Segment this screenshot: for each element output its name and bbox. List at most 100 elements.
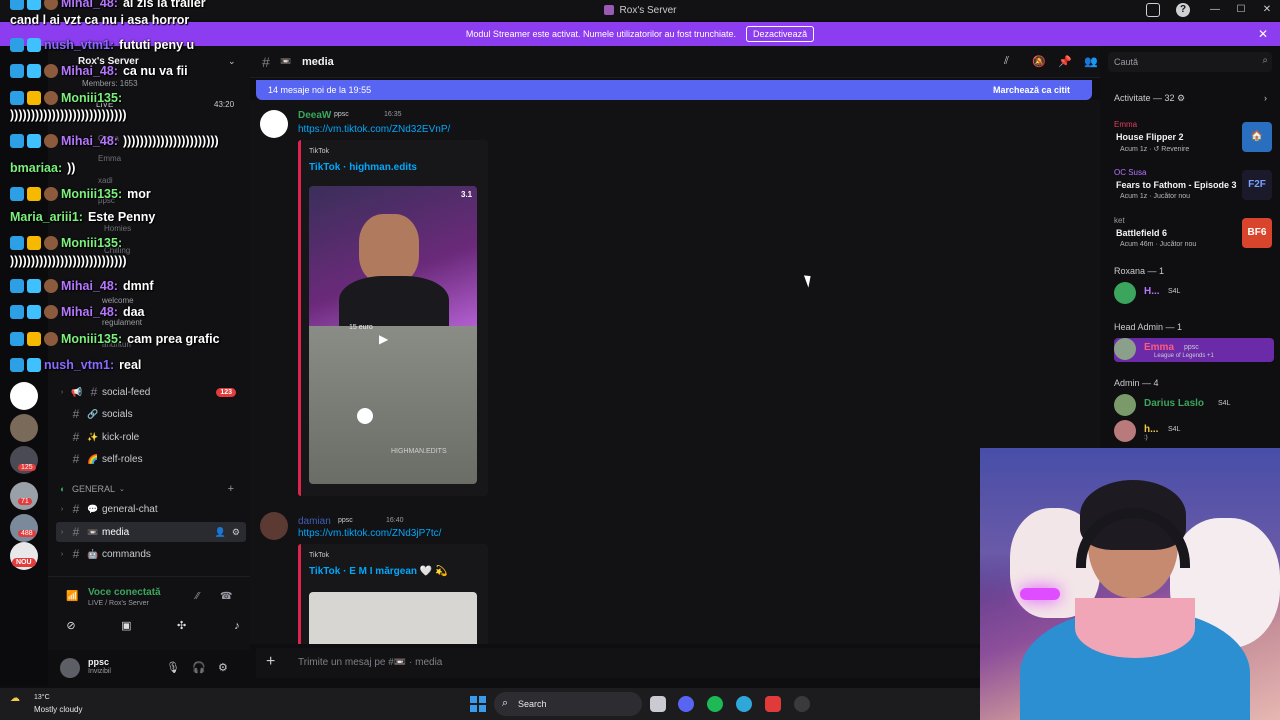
activity-card[interactable]: ket Battlefield 6 Acum 46m · Jucător nou… bbox=[1114, 216, 1274, 256]
activity-user: ket bbox=[1114, 216, 1125, 225]
guild-tag: ppsc bbox=[334, 111, 349, 118]
channel-header: # 📼 media ⫽ 🔕 📌 👥 bbox=[250, 46, 1100, 78]
server-icon[interactable] bbox=[10, 514, 38, 542]
member-item[interactable]: H... S4L bbox=[1114, 282, 1274, 306]
search-input[interactable]: Caută ⌕ bbox=[1108, 52, 1272, 72]
weather-temp[interactable]: 13°C bbox=[34, 694, 50, 701]
server-icon-cat[interactable] bbox=[10, 414, 38, 442]
new-messages-text: 14 mesaje noi de la 19:55 bbox=[268, 85, 372, 95]
signal-icon[interactable]: 📶 bbox=[66, 591, 78, 602]
robot-icon: 🤖 bbox=[87, 548, 99, 559]
app-icon[interactable] bbox=[765, 696, 781, 712]
hash-icon: # bbox=[72, 430, 80, 444]
noise-suppression-icon[interactable]: ⁄⁄ bbox=[196, 591, 199, 602]
voice-channel[interactable]: LIVE / Rox's Server bbox=[88, 600, 149, 607]
taskbar-search[interactable]: ⌕ Search bbox=[494, 692, 642, 716]
member-name: h... bbox=[1144, 424, 1159, 435]
activities-icon[interactable]: ✣ bbox=[175, 619, 189, 633]
message-author[interactable]: DeeaW bbox=[298, 110, 331, 121]
taskbar-search-label: Search bbox=[518, 699, 547, 709]
chevron-right-icon[interactable]: › bbox=[1264, 93, 1267, 103]
category-general[interactable]: ◐ GENERAL ⌄ + bbox=[60, 483, 246, 495]
file-explorer-icon[interactable] bbox=[650, 696, 666, 712]
camera-off-icon[interactable]: ⊘ bbox=[64, 619, 78, 633]
inbox-icon[interactable] bbox=[1146, 3, 1160, 17]
member-name: H... bbox=[1144, 286, 1160, 297]
video-thumbnail[interactable]: 3.1 15 euro ▶ HIGHMAN.EDITS bbox=[309, 186, 477, 484]
close-icon[interactable]: ✕ bbox=[1258, 27, 1268, 41]
server-icon[interactable] bbox=[10, 482, 38, 510]
avatar[interactable] bbox=[60, 658, 80, 678]
message-list: DeeaW ppsc 16:35 https://vm.tiktok.com/Z… bbox=[250, 100, 1100, 644]
add-attachment-icon[interactable]: + bbox=[266, 653, 275, 671]
pin-icon[interactable]: 📌 bbox=[1058, 55, 1072, 68]
username[interactable]: ppsc bbox=[88, 657, 109, 667]
message-input-placeholder[interactable]: Trimite un mesaj pe #📼 · media bbox=[298, 657, 442, 668]
microphone-icon[interactable]: 🎙 bbox=[166, 661, 180, 674]
activity-user: OC Susa bbox=[1114, 168, 1147, 177]
chevron-down-icon[interactable]: ⌄ bbox=[228, 56, 236, 67]
channel-kick-role[interactable]: # ✨ kick-role bbox=[56, 427, 246, 447]
embed-title[interactable]: TikTok · highman.edits bbox=[309, 162, 417, 173]
channel-media[interactable]: › # 📼 media 👤 ⚙ bbox=[56, 522, 246, 542]
weather-condition[interactable]: Mostly cloudy bbox=[34, 705, 82, 714]
server-name[interactable]: Rox's Server bbox=[78, 56, 139, 67]
activity-header[interactable]: Activitate — 32 ⚙ › bbox=[1114, 93, 1267, 104]
search-icon[interactable]: ⌕ bbox=[1262, 55, 1268, 66]
member-item[interactable]: Darius Laslo S4L bbox=[1114, 394, 1274, 418]
gear-icon[interactable]: ⚙ bbox=[1177, 93, 1185, 103]
channel-name: self-roles bbox=[102, 453, 143, 465]
mark-as-read-button[interactable]: Marchează ca citit bbox=[993, 85, 1070, 95]
weather-icon[interactable]: ☁ bbox=[10, 693, 20, 704]
new-messages-bar[interactable]: 14 mesaje noi de la 19:55 Marchează ca c… bbox=[256, 80, 1092, 100]
minimize-button[interactable]: — bbox=[1202, 0, 1228, 20]
add-channel-icon[interactable]: + bbox=[228, 483, 234, 495]
activity-card[interactable]: OC Susa Fears to Fathom - Episode 3 Acum… bbox=[1114, 168, 1274, 208]
message-author[interactable]: damian bbox=[298, 516, 331, 527]
help-icon[interactable]: ? bbox=[1176, 3, 1190, 17]
channel-general-chat[interactable]: › # 💬 general-chat bbox=[56, 499, 246, 519]
stream-time: 43:20 bbox=[214, 100, 235, 109]
soundboard-icon[interactable]: ♪ bbox=[230, 619, 244, 633]
channel-social-feed[interactable]: › 📢 # social-feed 123 bbox=[56, 382, 246, 402]
close-window-button[interactable]: ✕ bbox=[1254, 0, 1280, 20]
screen-share-icon[interactable]: ▣ bbox=[119, 619, 133, 633]
add-member-icon[interactable]: 👤 bbox=[215, 527, 226, 538]
embed-title[interactable]: TikTok · E M I mărgean 🤍 💫 bbox=[309, 566, 447, 577]
channel-commands[interactable]: › # 🤖 commands bbox=[56, 544, 246, 564]
member-list-icon[interactable]: 👥 bbox=[1084, 55, 1098, 68]
server-rail: 125 71 488 NOU bbox=[0, 46, 48, 686]
webcam-overlay bbox=[980, 448, 1280, 720]
streamer-mode-banner: Modul Streamer este activat. Numele util… bbox=[0, 22, 1280, 46]
play-icon[interactable]: ▶ bbox=[379, 332, 388, 346]
spotify-icon[interactable] bbox=[707, 696, 723, 712]
edge-icon[interactable] bbox=[736, 696, 752, 712]
message-link[interactable]: https://vm.tiktok.com/ZNd32EVnP/ bbox=[298, 124, 450, 135]
gear-icon[interactable]: ⚙ bbox=[218, 661, 228, 674]
member-item[interactable]: Emma ppsc League of Legends +1 bbox=[1114, 338, 1274, 362]
avatar[interactable] bbox=[260, 110, 288, 138]
disconnect-icon[interactable]: ☎ bbox=[220, 591, 232, 602]
video-thumbnail[interactable] bbox=[309, 592, 477, 644]
discord-icon[interactable] bbox=[678, 696, 694, 712]
channel-socials[interactable]: # 🔗 socials bbox=[56, 404, 246, 424]
ghost-item: regulament bbox=[102, 318, 143, 327]
channel-self-roles[interactable]: # 🌈 self-roles bbox=[56, 449, 246, 469]
windows-start-icon[interactable] bbox=[470, 696, 486, 712]
message-composer[interactable]: + Trimite un mesaj pe #📼 · media ▦ bbox=[256, 648, 1092, 678]
threads-icon[interactable]: ⫽ bbox=[1004, 55, 1009, 68]
activity-card[interactable]: Emma House Flipper 2 Acum 1z · ↺ Revenir… bbox=[1114, 120, 1274, 160]
avatar[interactable] bbox=[260, 512, 288, 540]
new-badge: NOU bbox=[12, 558, 36, 567]
guild-tag: S4L bbox=[1168, 288, 1181, 295]
headphones-icon[interactable]: 🎧 bbox=[192, 661, 206, 674]
notifications-off-icon[interactable]: 🔕 bbox=[1032, 55, 1046, 68]
disable-streamer-button[interactable]: Dezactivează bbox=[746, 26, 815, 42]
message-link[interactable]: https://vm.tiktok.com/ZNd3jP7tc/ bbox=[298, 528, 441, 539]
member-item[interactable]: h... S4L :) bbox=[1114, 420, 1274, 444]
member-activity: League of Legends +1 bbox=[1154, 353, 1214, 359]
server-icon-w2g[interactable] bbox=[10, 382, 38, 410]
steam-icon[interactable] bbox=[794, 696, 810, 712]
maximize-button[interactable]: ☐ bbox=[1228, 0, 1254, 20]
gear-icon[interactable]: ⚙ bbox=[232, 527, 240, 538]
